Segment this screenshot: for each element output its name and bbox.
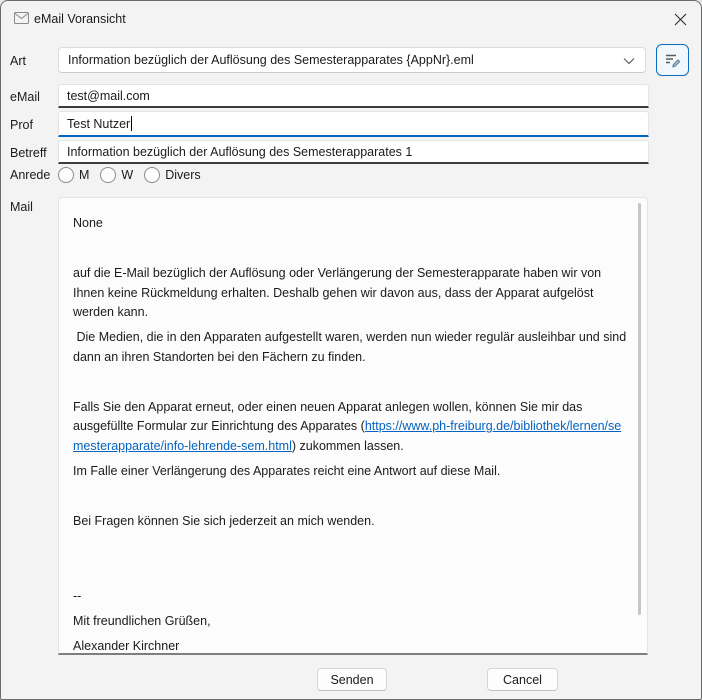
radio-divers[interactable]: Divers	[144, 167, 200, 183]
send-button[interactable]: Senden	[317, 668, 387, 691]
close-icon	[674, 13, 687, 26]
mail-paragraph-text: ) zukommen lassen.	[292, 439, 404, 453]
anrede-label: Anrede	[10, 168, 50, 182]
template-select[interactable]: Information bezüglich der Auflösung des …	[58, 47, 646, 73]
chevron-down-icon	[623, 57, 635, 65]
email-label: eMail	[10, 90, 40, 104]
edit-template-button[interactable]	[656, 44, 689, 76]
close-button[interactable]	[663, 3, 697, 35]
radio-divers-label: Divers	[165, 168, 200, 182]
betreff-value: Information bezüglich der Auflösung des …	[67, 145, 412, 159]
mail-body-content: None auf die E-Mail bezüglich der Auflös…	[59, 198, 647, 655]
prof-label: Prof	[10, 118, 33, 132]
window-title: eMail Voransicht	[34, 12, 126, 26]
signature-name: Alexander Kirchner	[73, 637, 629, 656]
text-caret	[131, 116, 132, 131]
anrede-radio-group: M W Divers	[58, 165, 212, 185]
mail-paragraph: Bei Fragen können Sie sich jederzeit an …	[73, 512, 629, 532]
radio-m-label: M	[79, 168, 89, 182]
email-preview-dialog: eMail Voransicht Art Information bezügli…	[0, 0, 702, 700]
cancel-button[interactable]: Cancel	[487, 668, 558, 691]
mail-greeting: None	[73, 214, 629, 234]
mail-paragraph: Die Medien, die in den Apparaten aufgest…	[73, 328, 629, 367]
mail-label: Mail	[10, 200, 33, 214]
prof-input[interactable]: Test Nutzer	[58, 111, 649, 137]
betreff-input[interactable]: Information bezüglich der Auflösung des …	[58, 140, 649, 164]
signature-greeting: Mit freundlichen Grüßen,	[73, 612, 629, 632]
art-label: Art	[10, 54, 26, 68]
radio-w-label: W	[121, 168, 133, 182]
titlebar: eMail Voransicht	[1, 1, 701, 37]
radio-w[interactable]: W	[100, 167, 133, 183]
radio-circle-icon	[58, 167, 74, 183]
email-input[interactable]: test@mail.com	[58, 84, 649, 108]
mail-paragraph: Im Falle einer Verlängerung des Apparate…	[73, 462, 629, 482]
betreff-label: Betreff	[10, 146, 47, 160]
signature-separator: --	[73, 587, 629, 607]
email-value: test@mail.com	[67, 89, 150, 103]
radio-circle-icon	[144, 167, 160, 183]
mail-paragraph: Falls Sie den Apparat erneut, oder einen…	[73, 398, 629, 457]
template-select-value: Information bezüglich der Auflösung des …	[68, 53, 474, 67]
mail-body-textarea[interactable]: None auf die E-Mail bezüglich der Auflös…	[58, 197, 648, 655]
edit-note-icon	[664, 52, 681, 68]
radio-circle-icon	[100, 167, 116, 183]
prof-value: Test Nutzer	[67, 117, 130, 131]
mail-scrollbar[interactable]	[638, 203, 641, 615]
envelope-icon	[14, 12, 29, 24]
mail-paragraph: auf die E-Mail bezüglich der Auflösung o…	[73, 264, 629, 323]
radio-m[interactable]: M	[58, 167, 89, 183]
